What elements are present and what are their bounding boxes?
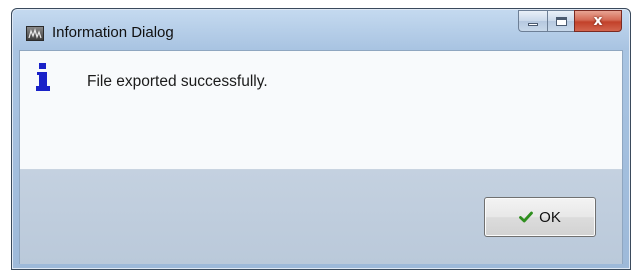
close-icon: x — [593, 13, 603, 29]
application-icon[interactable] — [26, 26, 44, 41]
minimize-icon — [528, 23, 538, 26]
close-button[interactable]: x — [574, 10, 622, 32]
window-title: Information Dialog — [52, 24, 174, 41]
maximize-icon — [555, 16, 567, 26]
maximize-button[interactable] — [547, 10, 574, 32]
caption-buttons: x — [518, 10, 622, 32]
dialog-message: File exported successfully. — [87, 73, 268, 90]
ok-button[interactable]: OK — [484, 197, 596, 237]
ok-button-label: OK — [539, 208, 561, 226]
info-icon — [36, 63, 50, 91]
minimize-button[interactable] — [518, 10, 547, 32]
message-area — [20, 51, 622, 169]
checkmark-icon — [519, 211, 534, 223]
title-bar[interactable]: Information Dialog x — [12, 9, 630, 51]
